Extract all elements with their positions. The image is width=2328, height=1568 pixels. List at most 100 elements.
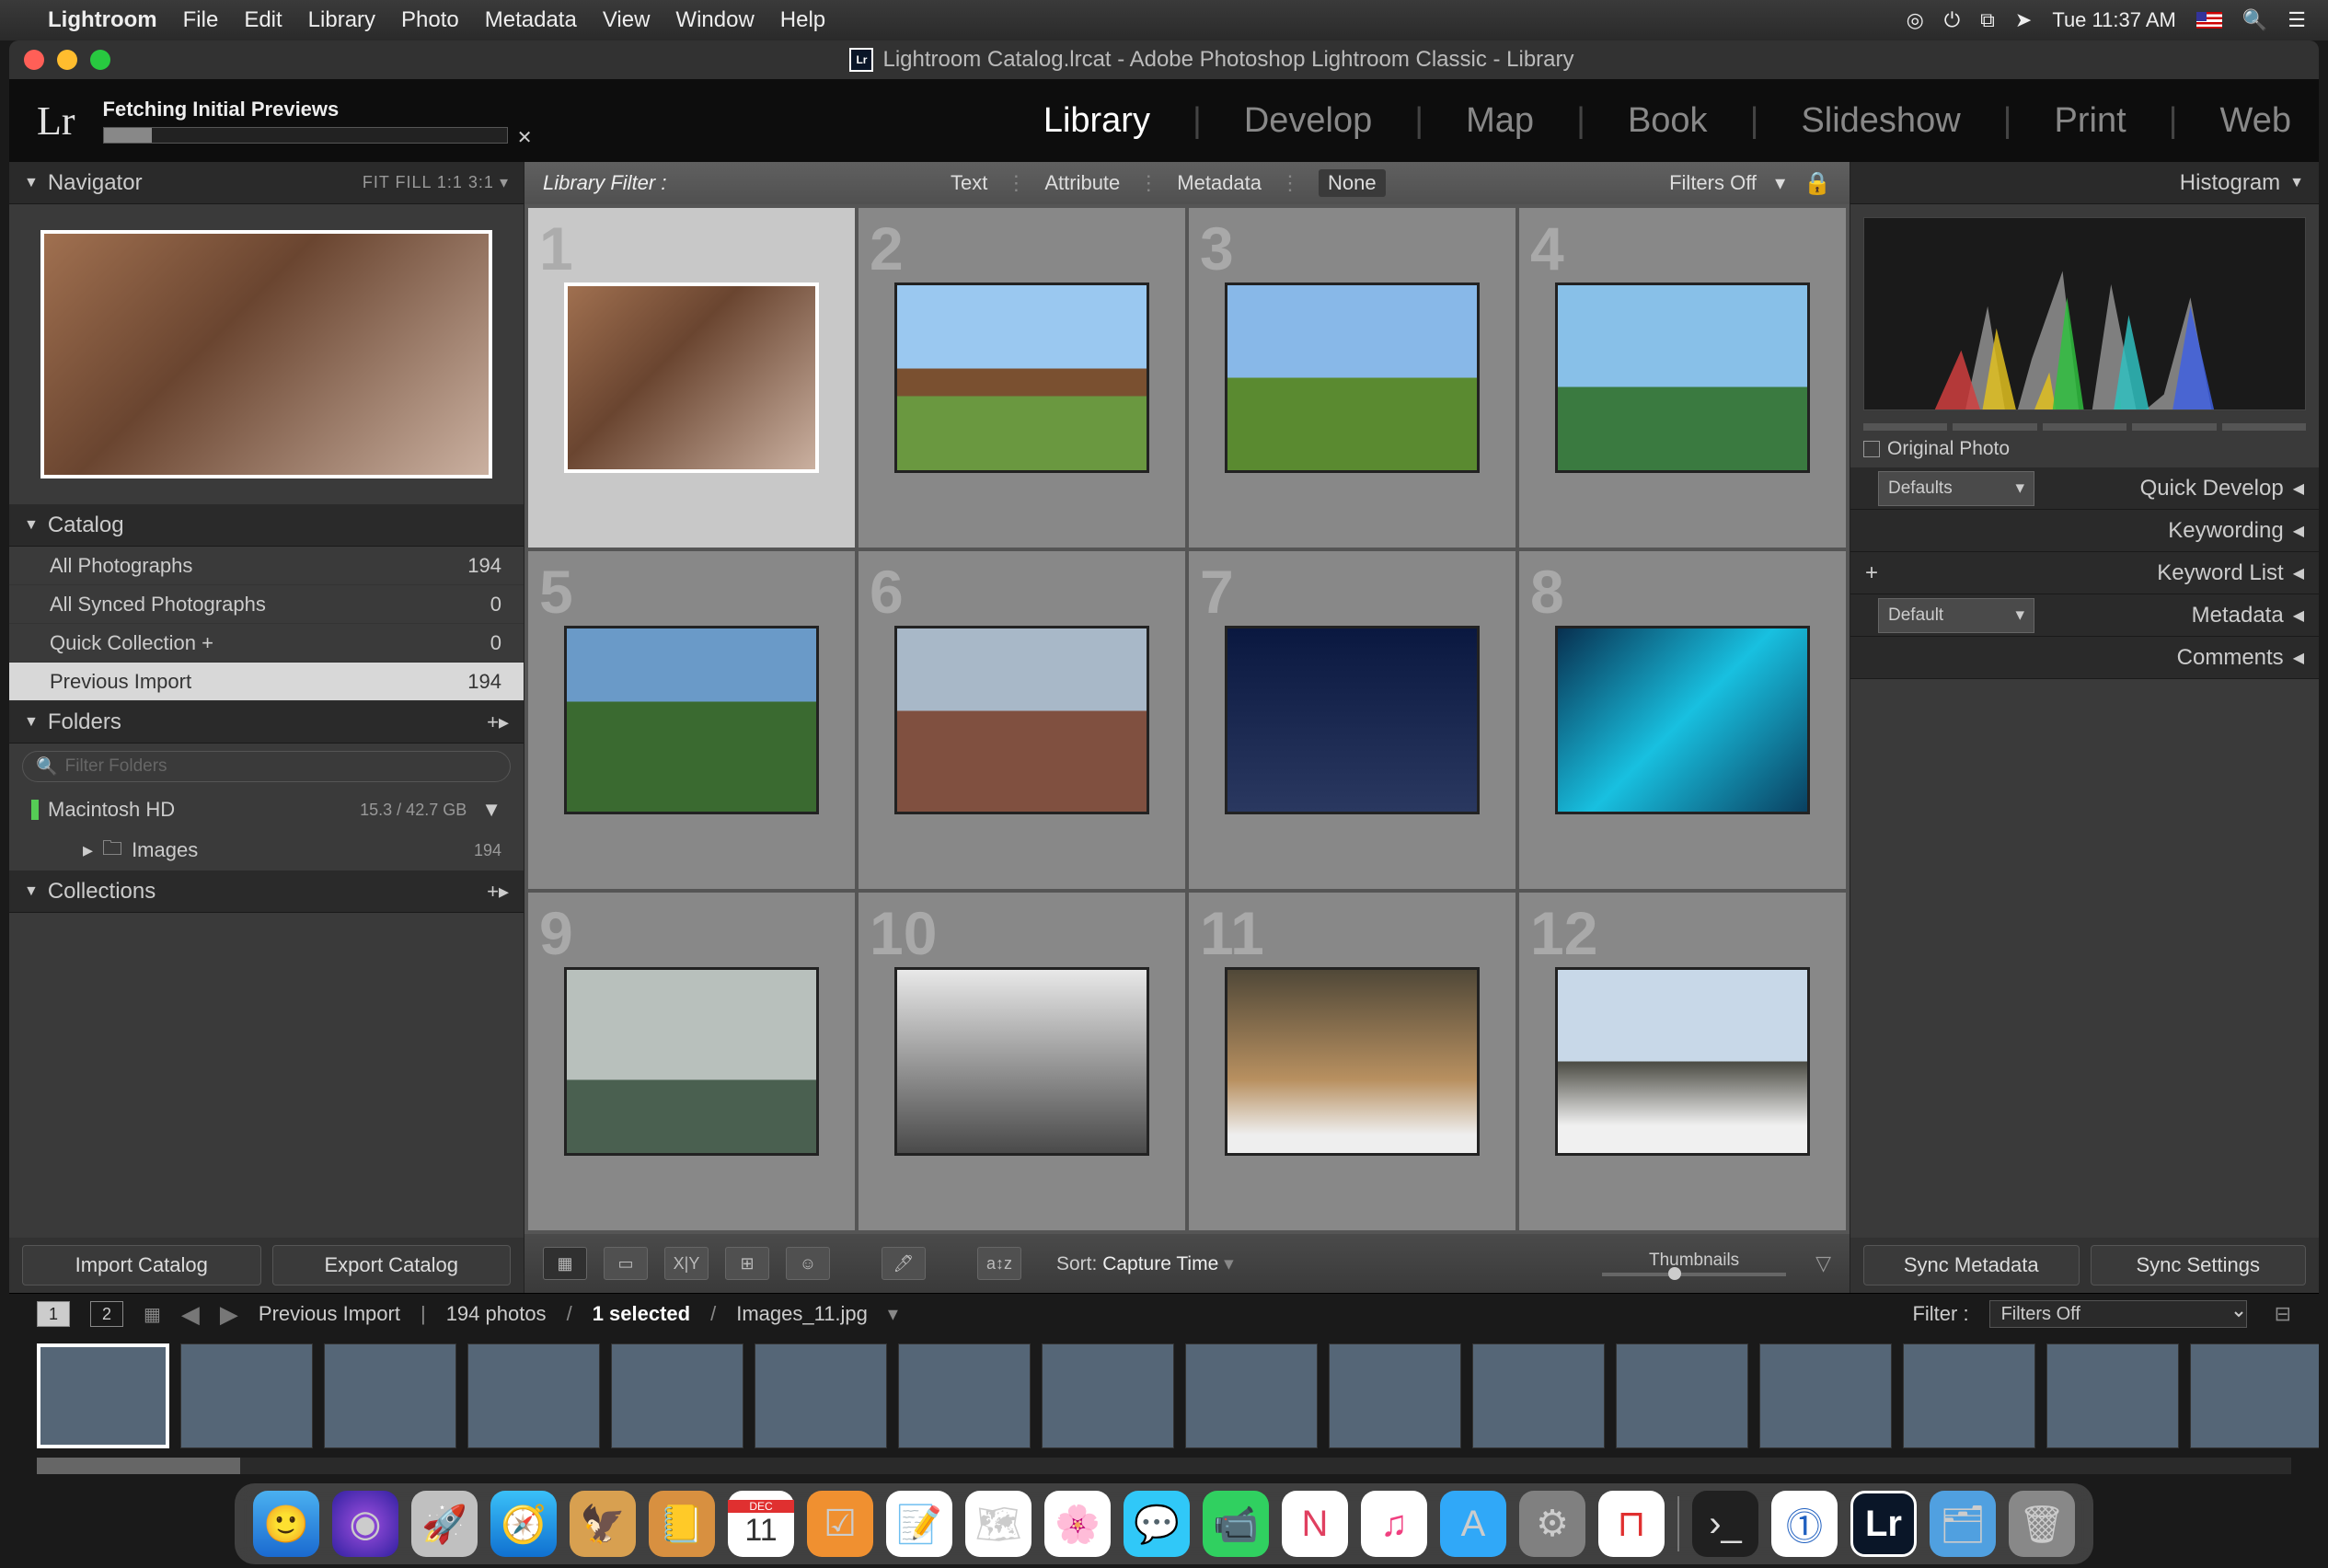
cc-icon[interactable]: ◎ <box>1907 8 1924 32</box>
grid-cell-2[interactable]: 2 <box>859 208 1185 548</box>
histogram-chart[interactable] <box>1863 217 2306 410</box>
filter-switch-icon[interactable]: ⊟ <box>2275 1302 2291 1326</box>
dock-reminders-icon[interactable]: ☑ <box>807 1491 873 1557</box>
filter-attribute[interactable]: Attribute <box>1044 171 1120 195</box>
displays-icon[interactable]: ⧉ <box>1980 8 1995 32</box>
dock-appstore-icon[interactable]: A <box>1440 1491 1506 1557</box>
dock-messages-icon[interactable]: 💬 <box>1124 1491 1190 1557</box>
display-1-button[interactable]: 1 <box>37 1301 70 1327</box>
filmstrip-thumb[interactable] <box>1042 1343 1174 1448</box>
menu-edit[interactable]: Edit <box>244 7 282 33</box>
grid-cell-7[interactable]: 7 <box>1189 551 1516 889</box>
filters-off-toggle[interactable]: Filters Off <box>1669 171 1757 195</box>
menu-file[interactable]: File <box>183 7 219 33</box>
filmstrip-thumb[interactable] <box>1472 1343 1605 1448</box>
menu-library[interactable]: Library <box>308 7 375 33</box>
export-catalog-button[interactable]: Export Catalog <box>272 1245 512 1286</box>
module-slideshow[interactable]: Slideshow <box>1801 101 1960 141</box>
metadata-preset-select[interactable]: Default▾ <box>1878 598 2034 633</box>
grid-cell-1[interactable]: 1 <box>528 208 855 548</box>
sort-value[interactable]: Capture Time <box>1102 1253 1218 1274</box>
comments-header[interactable]: Comments ◀ <box>1850 637 2319 679</box>
chevron-down-icon[interactable]: ▼ <box>481 798 501 822</box>
grid-cell-5[interactable]: 5 <box>528 551 855 889</box>
filmstrip-thumb[interactable] <box>1616 1343 1748 1448</box>
dock-photos-icon[interactable]: 🌸 <box>1044 1491 1111 1557</box>
catalog-row-all[interactable]: All Photographs194 <box>9 547 524 585</box>
folder-filter-input[interactable]: 🔍 Filter Folders <box>22 751 511 782</box>
view-grid-icon[interactable]: ▦ <box>543 1247 587 1280</box>
dock-trash-icon[interactable]: 🗑 <box>2009 1491 2075 1557</box>
filmstrip-thumb[interactable] <box>324 1343 456 1448</box>
dock-finder-icon[interactable]: 🙂 <box>253 1491 319 1557</box>
module-print[interactable]: Print <box>2055 101 2126 141</box>
filmstrip-thumb[interactable] <box>467 1343 600 1448</box>
disk-row[interactable]: Macintosh HD 15.3 / 42.7 GB ▼ <box>9 790 524 830</box>
folder-images[interactable]: ▸ 🗀 Images 194 <box>9 830 524 870</box>
grid-cell-6[interactable]: 6 <box>859 551 1185 889</box>
dock-maps-icon[interactable]: 🗺 <box>965 1491 1031 1557</box>
dock-notes-icon[interactable]: 📝 <box>886 1491 952 1557</box>
filmstrip-scrollbar[interactable] <box>37 1458 2291 1474</box>
clock[interactable]: Tue 11:37 AM <box>2052 8 2176 32</box>
dock-mail-icon[interactable]: 🦅 <box>570 1491 636 1557</box>
filmstrip-thumb[interactable] <box>1759 1343 1892 1448</box>
filter-none[interactable]: None <box>1319 169 1386 197</box>
original-photo-checkbox[interactable] <box>1863 441 1880 457</box>
dock-music-icon[interactable]: ♫ <box>1361 1491 1427 1557</box>
keyword-list-header[interactable]: + Keyword List ◀ <box>1850 552 2319 594</box>
grid-cell-4[interactable]: 4 <box>1519 208 1846 548</box>
dock-calendar-icon[interactable]: DEC11 <box>728 1491 794 1557</box>
metadata-header[interactable]: Default▾ Metadata ◀ <box>1850 594 2319 637</box>
dock-magnet-icon[interactable]: ⊓ <box>1598 1491 1665 1557</box>
dock-terminal-icon[interactable]: ›_ <box>1692 1491 1758 1557</box>
quick-develop-preset-select[interactable]: Defaults▾ <box>1878 471 2034 506</box>
chevron-down-icon[interactable]: ▾ <box>888 1302 898 1326</box>
sync-settings-button[interactable]: Sync Settings <box>2091 1245 2307 1286</box>
filmstrip-thumb[interactable] <box>1903 1343 2035 1448</box>
power-icon[interactable]: ⏻ <box>1944 8 1960 32</box>
sync-metadata-button[interactable]: Sync Metadata <box>1863 1245 2080 1286</box>
nav-back-icon[interactable]: ◀ <box>181 1300 200 1329</box>
filmstrip-thumb[interactable] <box>2190 1343 2319 1448</box>
keywording-header[interactable]: Keywording ◀ <box>1850 510 2319 552</box>
catalog-row-previous-import[interactable]: Previous Import194 <box>9 663 524 701</box>
navigator-header[interactable]: ▼ Navigator FIT FILL 1:1 3:1 ▾ <box>9 162 524 204</box>
navigator-preview[interactable] <box>40 230 492 478</box>
grid-cell-9[interactable]: 9 <box>528 893 855 1230</box>
collections-header[interactable]: ▼ Collections +▸ <box>9 870 524 913</box>
thumbnail-size-slider[interactable] <box>1602 1273 1786 1276</box>
menu-view[interactable]: View <box>603 7 651 33</box>
close-icon[interactable] <box>24 50 44 70</box>
filmstrip-filter-select[interactable]: Filters Off <box>1989 1300 2247 1328</box>
nav-forward-icon[interactable]: ▶ <box>220 1300 238 1329</box>
folders-header[interactable]: ▼ Folders +▸ <box>9 701 524 744</box>
dock-siri-icon[interactable]: ◉ <box>332 1491 398 1557</box>
filmstrip-thumb[interactable] <box>611 1343 743 1448</box>
module-develop[interactable]: Develop <box>1244 101 1372 141</box>
quick-develop-header[interactable]: Defaults▾ Quick Develop ◀ <box>1850 467 2319 510</box>
grid-small-icon[interactable]: ▦ <box>144 1303 161 1326</box>
add-collection-icon[interactable]: +▸ <box>487 880 509 904</box>
filmstrip-thumb[interactable] <box>2046 1343 2179 1448</box>
filmstrip-thumb[interactable] <box>180 1343 313 1448</box>
filmstrip-thumbs[interactable] <box>9 1334 2319 1458</box>
dock-1password-icon[interactable]: ⓵ <box>1771 1491 1838 1557</box>
lock-icon[interactable]: 🔒 <box>1804 170 1831 197</box>
module-map[interactable]: Map <box>1466 101 1534 141</box>
dock-news-icon[interactable]: N <box>1282 1491 1348 1557</box>
breadcrumb[interactable]: Previous Import <box>259 1302 400 1326</box>
add-keyword-icon[interactable]: + <box>1865 560 1878 586</box>
menu-metadata[interactable]: Metadata <box>485 7 577 33</box>
control-center-icon[interactable]: ☰ <box>2288 8 2306 32</box>
filter-text[interactable]: Text <box>951 171 987 195</box>
dock-launchpad-icon[interactable]: 🚀 <box>411 1491 478 1557</box>
filmstrip-thumb[interactable] <box>1185 1343 1318 1448</box>
module-library[interactable]: Library <box>1043 101 1150 141</box>
display-2-button[interactable]: 2 <box>90 1301 123 1327</box>
filter-metadata[interactable]: Metadata <box>1177 171 1262 195</box>
import-catalog-button[interactable]: Import Catalog <box>22 1245 261 1286</box>
painter-icon[interactable]: 🖊 <box>882 1247 926 1280</box>
navigator-zoom-options[interactable]: FIT FILL 1:1 3:1 <box>363 173 494 192</box>
toolbar-menu-icon[interactable]: ▽ <box>1815 1251 1831 1275</box>
